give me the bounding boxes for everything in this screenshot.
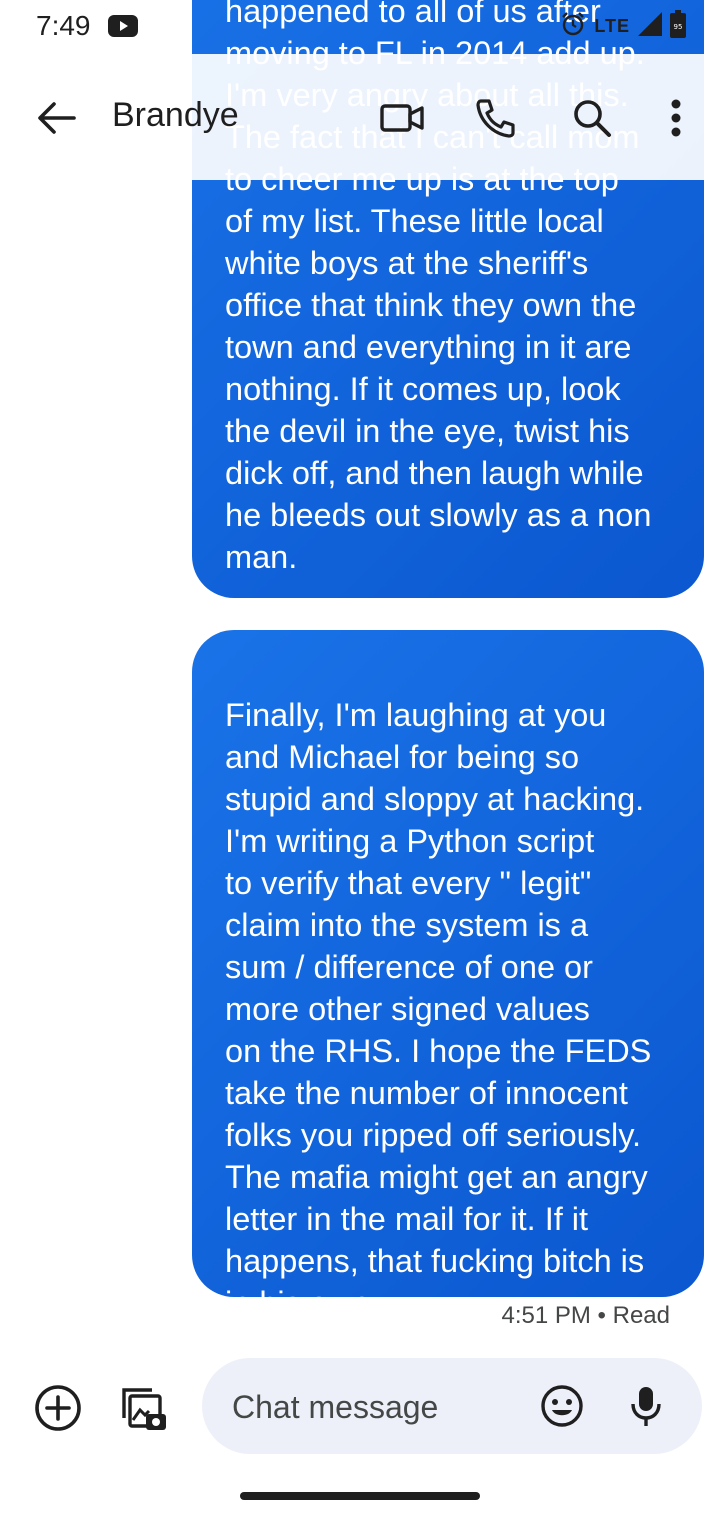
video-call-icon[interactable]	[376, 92, 428, 144]
emoji-icon[interactable]	[538, 1382, 586, 1430]
battery-icon: 95	[670, 10, 686, 43]
app-bar: Brandye	[0, 54, 720, 180]
message-status: 4:51 PM • Read	[501, 1302, 671, 1329]
alarm-icon	[560, 11, 586, 42]
phone-icon[interactable]	[470, 92, 522, 144]
youtube-icon	[108, 15, 138, 42]
contact-name[interactable]: Brandye	[112, 96, 239, 135]
message-text: Finally, I'm laughing at you and Michael…	[225, 697, 652, 1321]
chat-message-input[interactable]	[230, 1384, 524, 1430]
add-icon[interactable]	[34, 1384, 82, 1432]
search-icon[interactable]	[566, 92, 618, 144]
network-type: LTE	[594, 16, 630, 36]
battery-level: 95	[674, 23, 683, 31]
more-vert-icon[interactable]	[650, 92, 702, 144]
mic-icon[interactable]	[622, 1382, 670, 1430]
home-indicator[interactable]	[240, 1492, 480, 1500]
status-time: 7:49	[36, 10, 91, 41]
signal-icon	[638, 12, 662, 41]
status-bar: 7:49 LTE 95	[0, 0, 720, 54]
status-right: LTE 95	[560, 10, 686, 43]
message-bubble-sent[interactable]: Finally, I'm laughing at you and Michael…	[192, 630, 704, 1321]
composer	[202, 1358, 702, 1454]
back-arrow-icon[interactable]	[34, 96, 78, 140]
gallery-icon[interactable]	[116, 1382, 168, 1434]
